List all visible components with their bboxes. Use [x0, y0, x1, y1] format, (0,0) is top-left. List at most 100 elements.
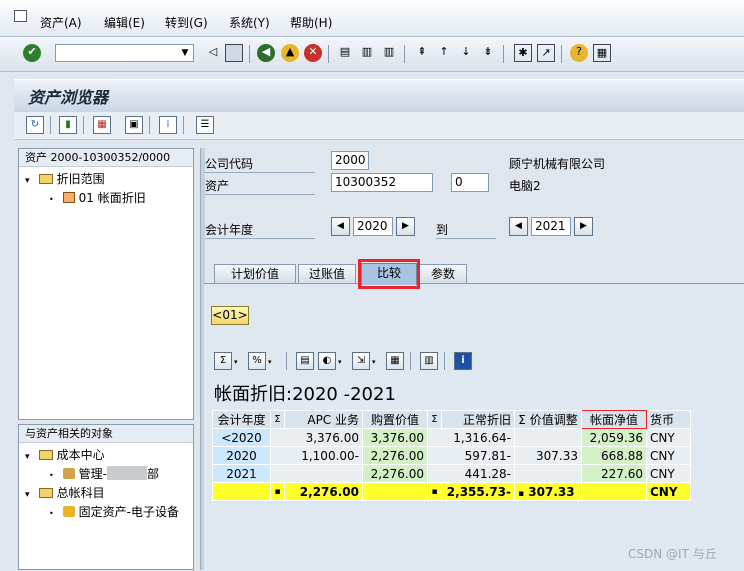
chevron-down-icon[interactable]: ▼ — [178, 46, 192, 60]
expand-arrow-icon[interactable]: ▾ — [25, 176, 35, 186]
asset-master-icon[interactable]: ▮ — [59, 116, 77, 134]
menu-system[interactable]: 系统(Y) — [229, 14, 270, 31]
layout-menu-icon[interactable]: ▦ — [593, 44, 611, 62]
bullet-icon: • — [49, 509, 54, 518]
col-header-value-adjustment[interactable]: Σ 价值调整 — [514, 410, 582, 429]
exit-icon[interactable]: ▲ — [281, 44, 299, 62]
depreciation-area-button[interactable]: <01> — [211, 306, 249, 325]
dropdown-arrow-icon[interactable]: ▾ — [234, 358, 238, 366]
year-from-field[interactable]: 2020 — [353, 217, 393, 236]
tree-node-depreciation-area[interactable]: ▾ 折旧范围 — [25, 170, 105, 187]
menu-goto[interactable]: 转到(G) — [165, 14, 208, 31]
cell-apc — [270, 464, 363, 483]
help-icon[interactable]: ? — [570, 44, 588, 62]
dropdown-arrow-icon[interactable]: ▾ — [338, 358, 342, 366]
documents-icon[interactable]: ▣ — [125, 116, 143, 134]
info-icon[interactable]: i — [454, 352, 472, 370]
cell-adjustment — [514, 464, 582, 483]
export-icon[interactable]: ⇲ — [352, 352, 370, 370]
next-page-icon[interactable]: ↓ — [457, 44, 475, 62]
folder-icon — [38, 488, 53, 498]
tab-parameters[interactable]: 参数 — [419, 264, 467, 283]
dropdown-arrow-icon[interactable]: ▾ — [268, 358, 272, 366]
total-row[interactable]: ▪ 2,276.00 ▪ 2,355.73- ▪ 307.33 CNY — [212, 482, 691, 501]
menu-bar: 资产(A) 编辑(E) 转到(G) 系统(Y) 帮助(H) — [0, 0, 744, 37]
toolbar-separator — [404, 45, 405, 63]
menu-edit[interactable]: 编辑(E) — [104, 14, 145, 31]
cell-total-net-book-value — [581, 482, 647, 501]
tree-node-cost-center[interactable]: ▾ 成本中心 — [25, 446, 105, 463]
table-row[interactable]: 2020 1,100.00- 2,276.00 597.81- 307.33 6… — [212, 446, 691, 465]
tree-node-gl-account[interactable]: ▾ 总帐科目 — [25, 484, 105, 501]
menu-asset[interactable]: 资产(A) — [40, 14, 82, 31]
cell-currency: CNY — [646, 428, 691, 447]
graphic-icon[interactable]: ▥ — [420, 352, 438, 370]
year-to-prev-button[interactable]: ◀ — [509, 217, 528, 236]
prev-page-icon[interactable]: ↑ — [435, 44, 453, 62]
year-from-next-button[interactable]: ▶ — [396, 217, 415, 236]
tab-posted-values[interactable]: 过账值 — [298, 264, 356, 283]
asset-number-field[interactable]: 10300352 — [331, 173, 433, 192]
col-header-acquisition-value[interactable]: 购置价值 — [362, 410, 428, 429]
refresh-icon[interactable]: ↻ — [26, 116, 44, 134]
col-header-currency[interactable]: 货币 — [646, 410, 691, 429]
enter-check-icon[interactable]: ✔ — [23, 44, 41, 62]
menu-help[interactable]: 帮助(H) — [290, 14, 332, 31]
dropdown-arrow-icon[interactable]: ▾ — [372, 358, 376, 366]
toolbar-separator — [249, 45, 250, 63]
cell-acquisition: 2,276.00 — [362, 464, 428, 483]
cancel-icon[interactable]: ✕ — [304, 44, 322, 62]
save-icon[interactable] — [225, 44, 243, 62]
find-next-icon[interactable]: ▥ — [380, 44, 398, 62]
asset-description: 电脑2 — [509, 179, 541, 193]
col-header-net-book-value[interactable]: 帐面净值 — [581, 410, 647, 429]
col-header-ordinary-depreciation[interactable]: 正常折旧 — [441, 410, 515, 429]
back-triangle-icon[interactable]: ◁ — [204, 44, 222, 62]
asset-subnumber-field[interactable]: 0 — [451, 173, 489, 192]
cell-depreciation: 441.28- — [427, 464, 515, 483]
expand-arrow-icon[interactable]: ▾ — [25, 452, 35, 462]
cell-total-acquisition — [362, 482, 428, 501]
col-header-fiscal-year[interactable]: 会计年度 — [212, 410, 271, 429]
command-field[interactable]: ▼ — [55, 44, 194, 62]
year-to-field[interactable]: 2021 — [531, 217, 571, 236]
table-icon — [62, 192, 75, 203]
tree-node-fixed-asset-account[interactable]: • 固定资产-电子设备 — [49, 503, 179, 520]
cell-apc: 3,376.00 — [270, 428, 363, 447]
list-icon[interactable]: ☰ — [196, 116, 214, 134]
company-name: 顾宁机械有限公司 — [509, 157, 606, 171]
print-preview-icon[interactable]: ▤ — [296, 352, 314, 370]
bullet-icon: • — [49, 471, 54, 480]
layout-icon[interactable]: ▦ — [386, 352, 404, 370]
depreciation-grid: 会计年度 Σ APC 业务 购置价值 Σ 正常折旧 Σ 价值调整 帐面净值 货币… — [212, 410, 691, 501]
print-icon[interactable]: ▤ — [336, 44, 354, 62]
table-row[interactable]: 2021 2,276.00 441.28- 227.60 CNY — [212, 464, 691, 483]
company-code-field[interactable]: 2000 — [331, 151, 369, 170]
sum-icon[interactable]: Σ — [214, 352, 232, 370]
tree-node-book-depreciation[interactable]: • 01 帐面折旧 — [49, 189, 146, 206]
shortcut-icon[interactable]: ↗ — [537, 44, 555, 62]
total-adjustment-value: 307.33 — [528, 484, 575, 499]
subtotal-icon[interactable]: % — [248, 352, 266, 370]
value-display-icon[interactable]: ▦ — [93, 116, 111, 134]
system-menu-icon[interactable] — [14, 10, 27, 22]
tree-node-label: 折旧范围 — [56, 172, 105, 186]
depreciation-lines-icon[interactable]: ⁞ — [159, 116, 177, 134]
find-icon[interactable]: ▥ — [358, 44, 376, 62]
last-page-icon[interactable]: ⇟ — [479, 44, 497, 62]
year-to-next-button[interactable]: ▶ — [574, 217, 593, 236]
new-session-icon[interactable]: ✱ — [514, 44, 532, 62]
year-from-prev-button[interactable]: ◀ — [331, 217, 350, 236]
company-code-label: 公司代码 — [205, 155, 315, 173]
expand-arrow-icon[interactable]: ▾ — [25, 490, 35, 500]
cell-net-book-value: 2,059.36 — [581, 428, 647, 447]
tab-planned-values[interactable]: 计划价值 — [214, 264, 296, 283]
asset-tree-panel: 资产 2000-10300352/0000 ▾ 折旧范围 • 01 帐面折旧 — [18, 148, 194, 420]
total-dot-icon: ▪ — [270, 482, 285, 501]
tree-node-management-dept[interactable]: • 管理- 部 — [49, 465, 159, 482]
table-row[interactable]: <2020 3,376.00 3,376.00 1,316.64- 2,059.… — [212, 428, 691, 447]
first-page-icon[interactable]: ⇞ — [413, 44, 431, 62]
back-icon[interactable]: ◀ — [257, 44, 275, 62]
col-header-apc[interactable]: APC 业务 — [284, 410, 363, 429]
views-icon[interactable]: ◐ — [318, 352, 336, 370]
